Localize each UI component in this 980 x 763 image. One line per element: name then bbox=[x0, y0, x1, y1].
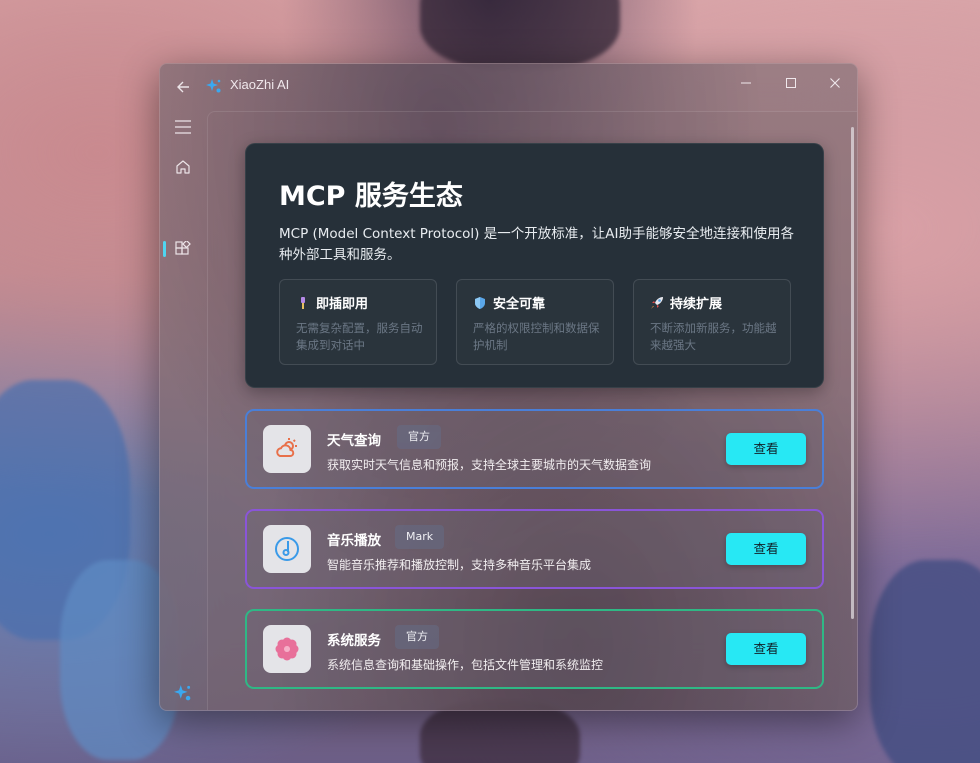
service-badge: Mark bbox=[395, 525, 445, 549]
flower-icon bbox=[275, 637, 299, 661]
arrow-left-icon bbox=[177, 81, 189, 93]
back-button[interactable] bbox=[172, 76, 194, 98]
feature-description: 无需复杂配置，服务自动集成到对话中 bbox=[296, 321, 423, 352]
intro-description: MCP (Model Context Protocol) 是一个开放标准，让AI… bbox=[279, 226, 794, 263]
scrollbar[interactable] bbox=[851, 127, 854, 619]
nav-item-assistant[interactable] bbox=[168, 678, 198, 708]
main-content: MCP 服务生态 MCP (Model Context Protocol) 是一… bbox=[207, 111, 857, 710]
feature-title: 持续扩展 bbox=[670, 297, 723, 312]
sparkle-logo-icon bbox=[206, 78, 222, 94]
service-description: 获取实时天气信息和预报，支持全球主要城市的天气数据查询 bbox=[327, 458, 652, 472]
home-icon bbox=[176, 160, 190, 174]
background-shape bbox=[870, 560, 980, 763]
feature-title: 即插即用 bbox=[316, 297, 369, 312]
apps-icon bbox=[175, 241, 191, 255]
app-window: XiaoZhi AI MCP 服务生态 MCP (Model Context P… bbox=[159, 63, 858, 711]
nav-item-home[interactable] bbox=[168, 152, 198, 182]
service-icon-box bbox=[263, 625, 311, 673]
app-title: XiaoZhi AI bbox=[230, 77, 290, 92]
service-description: 系统信息查询和基础操作，包括文件管理和系统监控 bbox=[327, 658, 604, 672]
minimize-button[interactable] bbox=[726, 70, 766, 98]
service-icon-box bbox=[263, 425, 311, 473]
feature-secure: 安全可靠 严格的权限控制和数据保护机制 bbox=[456, 279, 614, 365]
service-card-weather[interactable]: 天气查询 官方 获取实时天气信息和预报，支持全球主要城市的天气数据查询 查看 bbox=[245, 409, 824, 489]
page-title: MCP 服务生态 bbox=[279, 181, 463, 212]
menu-button[interactable] bbox=[168, 112, 198, 142]
close-button[interactable] bbox=[815, 70, 855, 98]
feature-extensible: 持续扩展 不断添加新服务，功能越来越强大 bbox=[633, 279, 791, 365]
music-icon bbox=[275, 537, 299, 561]
service-card-music[interactable]: 音乐播放 Mark 智能音乐推荐和播放控制，支持多种音乐平台集成 查看 bbox=[245, 509, 824, 589]
sparkle-icon bbox=[174, 685, 191, 701]
view-button[interactable]: 查看 bbox=[726, 433, 806, 465]
service-description: 智能音乐推荐和播放控制，支持多种音乐平台集成 bbox=[327, 558, 592, 572]
weather-icon bbox=[276, 438, 297, 457]
service-title: 天气查询 bbox=[327, 433, 381, 449]
plug-icon bbox=[301, 296, 305, 309]
nav-item-apps[interactable] bbox=[168, 234, 198, 264]
service-badge: 官方 bbox=[395, 625, 439, 649]
feature-description: 不断添加新服务，功能越来越强大 bbox=[650, 321, 777, 352]
hamburger-icon bbox=[175, 120, 191, 134]
mcp-intro-card: MCP 服务生态 MCP (Model Context Protocol) 是一… bbox=[245, 143, 824, 388]
service-icon-box bbox=[263, 525, 311, 573]
maximize-icon bbox=[786, 78, 796, 88]
service-card-system[interactable]: 系统服务 官方 系统信息查询和基础操作，包括文件管理和系统监控 查看 bbox=[245, 609, 824, 689]
close-icon bbox=[830, 78, 840, 88]
service-title: 系统服务 bbox=[327, 633, 381, 649]
rocket-icon bbox=[651, 296, 663, 309]
feature-title: 安全可靠 bbox=[493, 297, 546, 312]
feature-plug-and-play: 即插即用 无需复杂配置，服务自动集成到对话中 bbox=[279, 279, 437, 365]
background-shape bbox=[420, 0, 620, 70]
feature-description: 严格的权限控制和数据保护机制 bbox=[473, 321, 600, 352]
view-button[interactable]: 查看 bbox=[726, 633, 806, 665]
maximize-button[interactable] bbox=[771, 70, 811, 98]
service-badge: 官方 bbox=[397, 425, 441, 449]
view-button[interactable]: 查看 bbox=[726, 533, 806, 565]
service-title: 音乐播放 bbox=[327, 533, 381, 549]
shield-icon bbox=[475, 296, 485, 309]
nav-selected-indicator bbox=[163, 241, 166, 257]
side-navigation bbox=[160, 108, 206, 710]
minimize-icon bbox=[741, 82, 751, 84]
title-bar: XiaoZhi AI bbox=[160, 64, 857, 108]
